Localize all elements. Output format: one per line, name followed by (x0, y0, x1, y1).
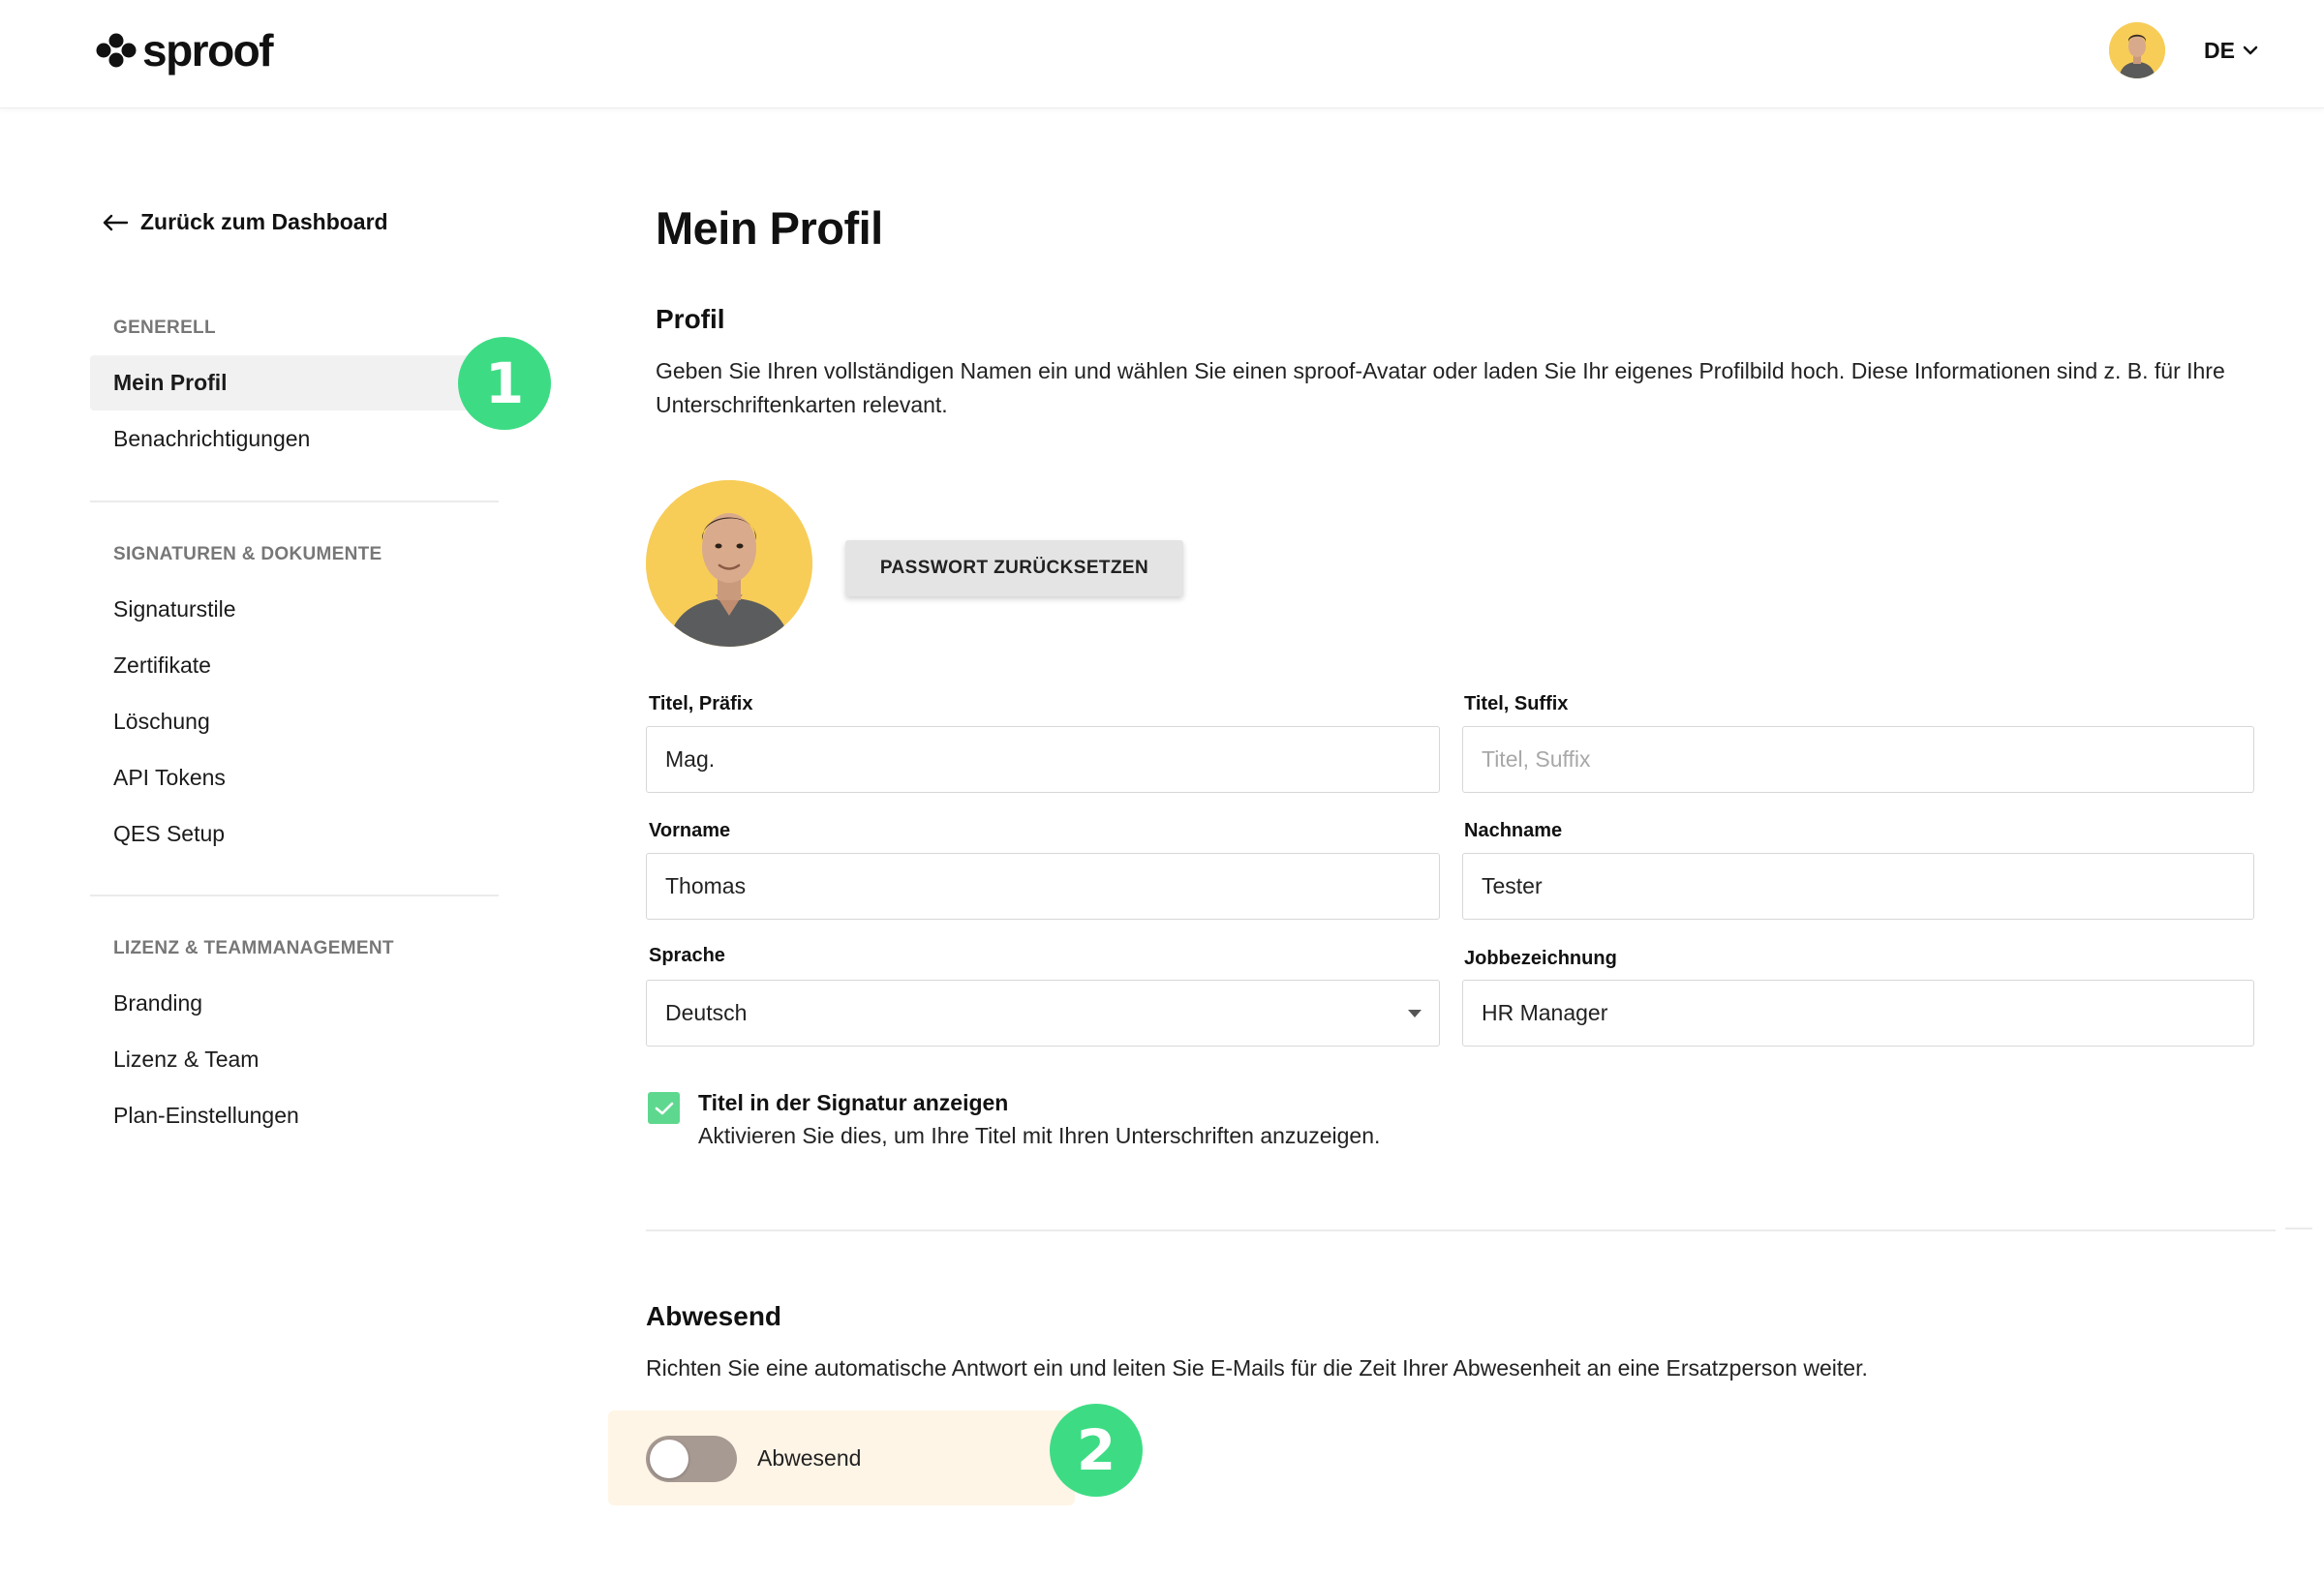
sidebar-item-lizenz-team[interactable]: Lizenz & Team (113, 1042, 259, 1077)
first-name-input[interactable]: Thomas (646, 853, 1440, 920)
absent-description: Richten Sie eine automatische Antwort ei… (646, 1355, 1868, 1381)
job-title-input[interactable]: HR Manager (1462, 980, 2254, 1047)
sproof-logo[interactable]: sproof (94, 23, 274, 77)
show-title-label[interactable]: Titel in der Signatur anzeigen (698, 1090, 1008, 1116)
show-title-description: Aktivieren Sie dies, um Ihre Titel mit I… (698, 1123, 1381, 1148)
top-bar: sproof DE (0, 0, 2324, 108)
profile-avatar[interactable] (646, 480, 812, 647)
language-select[interactable]: Deutsch (646, 980, 1440, 1047)
back-label: Zurück zum Dashboard (140, 209, 388, 234)
profile-portrait-icon (646, 480, 812, 647)
last-name-label: Nachname (1464, 820, 1563, 841)
title-suffix-label: Titel, Suffix (1464, 693, 1569, 714)
sidebar-item-loeschung[interactable]: Löschung (113, 704, 210, 739)
language-label: Sprache (649, 945, 725, 966)
absent-heading: Abwesend (646, 1301, 782, 1331)
title-suffix-placeholder: Titel, Suffix (1482, 746, 1591, 772)
first-name-label: Vorname (649, 820, 731, 841)
logo-text: sproof (142, 25, 274, 76)
absent-toggle-knob[interactable] (650, 1440, 688, 1478)
sproof-logo-icon (96, 33, 137, 68)
nav-divider (90, 501, 499, 502)
chevron-down-icon (2243, 46, 2258, 55)
checkmark-icon (655, 1102, 673, 1114)
title-prefix-input[interactable]: Mag. (646, 726, 1440, 793)
page-title: Mein Profil (656, 202, 883, 254)
sidebar-item-branding[interactable]: Branding (113, 986, 202, 1020)
dropdown-caret-icon (1408, 1010, 1422, 1017)
back-to-dashboard-link[interactable]: Zurück zum Dashboard (102, 209, 388, 235)
job-title-label: Jobbezeichnung (1464, 948, 1617, 969)
language-select-value: Deutsch (665, 1000, 748, 1025)
user-portrait-icon (2109, 22, 2165, 78)
nav-section-signatures: SIGNATUREN & DOKUMENTE (113, 544, 382, 564)
sidebar-item-qes-setup[interactable]: QES Setup (113, 816, 225, 851)
sidebar-item-zertifikate[interactable]: Zertifikate (113, 648, 211, 683)
nav-section-general: GENERELL (113, 318, 216, 338)
reset-password-button[interactable]: PASSWORT ZURÜCKSETZEN (845, 540, 1183, 596)
job-title-value: HR Manager (1482, 1000, 1608, 1025)
annotation-badge-2: 2 (1050, 1404, 1143, 1497)
sidebar-item-mein-profil[interactable]: Mein Profil (113, 365, 228, 400)
sidebar-item-signaturstile[interactable]: Signaturstile (113, 592, 236, 626)
absent-toggle-label: Abwesend (757, 1445, 862, 1471)
language-code: DE (2204, 37, 2235, 63)
title-prefix-label: Titel, Präfix (649, 693, 753, 714)
title-suffix-input[interactable]: Titel, Suffix (1462, 726, 2254, 793)
last-name-input[interactable]: Tester (1462, 853, 2254, 920)
last-name-value: Tester (1482, 873, 1543, 898)
profile-description: Geben Sie Ihren vollständigen Namen ein … (656, 358, 2225, 417)
title-prefix-value: Mag. (665, 746, 716, 772)
annotation-badge-1: 1 (458, 337, 551, 430)
sidebar-item-api-tokens[interactable]: API Tokens (113, 760, 226, 795)
arrow-left-icon (103, 214, 129, 230)
sidebar-item-plan-einstellungen[interactable]: Plan-Einstellungen (113, 1098, 299, 1133)
nav-divider (90, 895, 499, 896)
show-title-checkbox[interactable] (648, 1092, 680, 1124)
user-avatar[interactable] (2109, 22, 2165, 78)
language-switcher[interactable]: DE (2204, 35, 2258, 66)
first-name-value: Thomas (665, 873, 747, 898)
nav-section-license: LIZENZ & TEAMMANAGEMENT (113, 938, 394, 958)
section-divider (646, 1229, 2276, 1231)
sidebar-item-benachrichtigungen[interactable]: Benachrichtigungen (113, 421, 310, 456)
profile-heading: Profil (656, 304, 725, 334)
section-divider-tail (2285, 1228, 2312, 1229)
